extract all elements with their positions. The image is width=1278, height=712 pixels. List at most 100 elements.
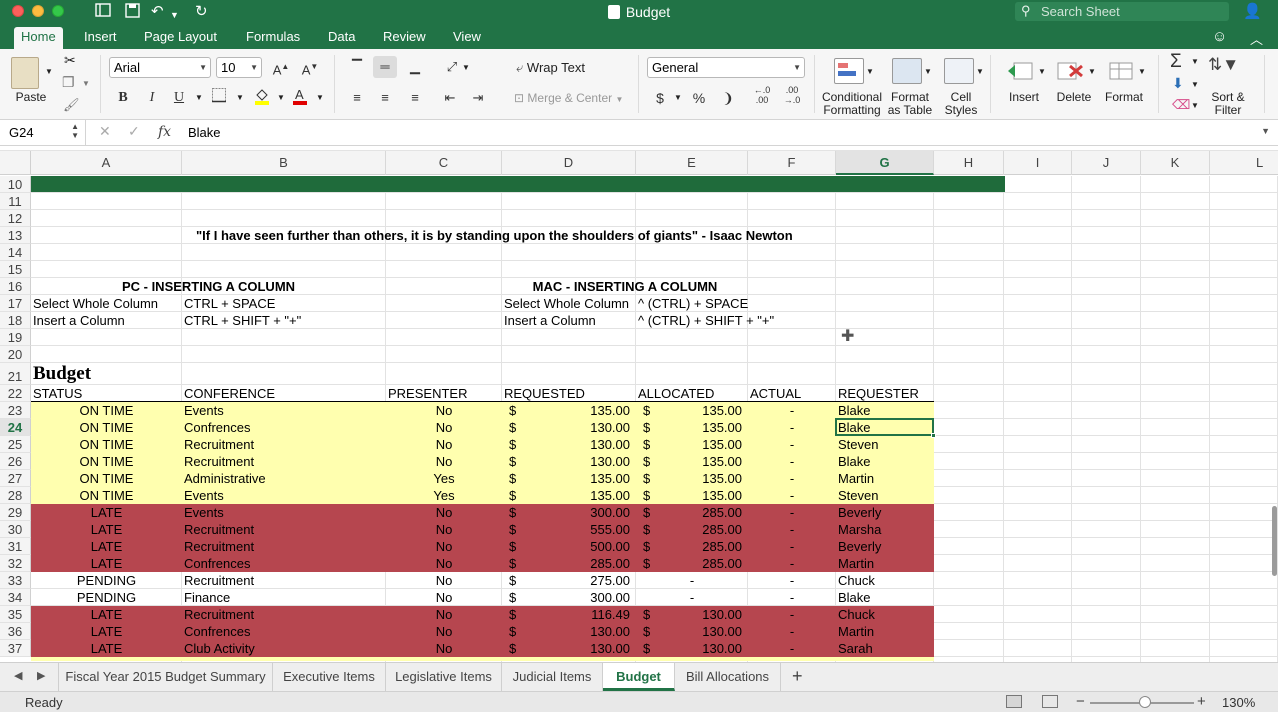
requester-cell[interactable]: Martin: [836, 555, 934, 572]
column-header-f[interactable]: F: [748, 151, 836, 175]
conditional-formatting-dropdown-icon[interactable]: ▼: [866, 67, 874, 76]
conference-cell[interactable]: Recruitment: [182, 538, 386, 555]
status-cell[interactable]: PENDING: [31, 589, 182, 606]
requested-cell[interactable]: 130.00: [502, 640, 636, 657]
tab-home[interactable]: Home: [14, 27, 63, 49]
sheet-tab-budget[interactable]: Budget: [603, 663, 675, 691]
requester-cell[interactable]: Beverly: [836, 504, 934, 521]
sheet-tab-legislative-items[interactable]: Legislative Items: [386, 663, 502, 691]
font-color-dropdown-icon[interactable]: ▼: [316, 93, 324, 102]
row-header-11[interactable]: 11: [0, 193, 31, 210]
collapse-ribbon-icon[interactable]: ︿: [1250, 29, 1263, 48]
paste-dropdown-icon[interactable]: ▼: [45, 67, 53, 76]
fill-dropdown-icon[interactable]: ▼: [1191, 80, 1199, 89]
paste-button[interactable]: Paste: [12, 91, 50, 104]
delete-cells-icon[interactable]: [1056, 60, 1084, 82]
row-header-35[interactable]: 35: [0, 606, 31, 623]
sheet-tab-fiscal-year-2015-budget-summary[interactable]: Fiscal Year 2015 Budget Summary: [59, 663, 273, 691]
row-header-12[interactable]: 12: [0, 210, 31, 227]
format-painter-icon[interactable]: 🖌: [63, 97, 80, 113]
feedback-smiley-icon[interactable]: ☺: [1212, 28, 1227, 45]
mac-select-column-action[interactable]: Select Whole Column: [502, 295, 636, 312]
cell-styles-dropdown-icon[interactable]: ▼: [976, 67, 984, 76]
presenter-cell[interactable]: No: [386, 419, 502, 436]
presenter-cell[interactable]: No: [386, 623, 502, 640]
budget-header-status[interactable]: STATUS: [31, 385, 182, 402]
requested-cell[interactable]: 135.00: [502, 487, 636, 504]
column-header-d[interactable]: D: [502, 151, 636, 175]
currency-format-button[interactable]: $: [648, 87, 672, 109]
column-header-k[interactable]: K: [1141, 151, 1210, 175]
fill-icon[interactable]: ⬇: [1172, 75, 1184, 92]
actual-cell[interactable]: -: [748, 470, 836, 487]
presenter-cell[interactable]: No: [386, 521, 502, 538]
status-cell[interactable]: ON TIME: [31, 487, 182, 504]
zoom-out-icon[interactable]: −: [1076, 693, 1085, 710]
decrease-decimal-button[interactable]: .00 →.0: [780, 85, 804, 107]
bold-button[interactable]: B: [111, 87, 135, 109]
mac-insert-column-action[interactable]: Insert a Column: [502, 312, 636, 329]
requested-cell[interactable]: 275.00: [502, 572, 636, 589]
row-header-16[interactable]: 16: [0, 278, 31, 295]
status-cell[interactable]: ON TIME: [31, 436, 182, 453]
actual-cell[interactable]: -: [748, 504, 836, 521]
status-cell[interactable]: LATE: [31, 606, 182, 623]
scrollbar-thumb[interactable]: [1272, 506, 1277, 576]
actual-cell[interactable]: -: [748, 487, 836, 504]
row-header-25[interactable]: 25: [0, 436, 31, 453]
clear-eraser-icon[interactable]: ⌫: [1172, 97, 1190, 113]
requested-cell[interactable]: 135.00: [502, 470, 636, 487]
requested-cell[interactable]: 130.00: [502, 453, 636, 470]
conference-cell[interactable]: Recruitment: [182, 606, 386, 623]
add-sheet-icon[interactable]: +: [792, 666, 803, 687]
status-cell[interactable]: LATE: [31, 521, 182, 538]
allocated-cell[interactable]: -: [636, 589, 748, 606]
actual-cell[interactable]: -: [748, 419, 836, 436]
column-header-i[interactable]: I: [1004, 151, 1072, 175]
budget-header-allocated[interactable]: ALLOCATED: [636, 385, 748, 402]
underline-button[interactable]: U: [167, 87, 191, 109]
align-center-button[interactable]: ≡: [373, 87, 397, 109]
format-as-table-button[interactable]: Format as Table: [884, 91, 936, 117]
fill-color-button[interactable]: [250, 87, 274, 109]
insert-cells-icon[interactable]: [1006, 60, 1034, 82]
status-cell[interactable]: ON TIME: [31, 419, 182, 436]
column-header-b[interactable]: B: [182, 151, 386, 175]
budget-header-requested[interactable]: REQUESTED: [502, 385, 636, 402]
requester-cell[interactable]: Steven: [836, 487, 934, 504]
insert-function-button[interactable]: fx: [158, 123, 171, 140]
cut-icon[interactable]: ✂: [64, 52, 76, 69]
orientation-button[interactable]: ⤢: [440, 56, 464, 78]
requester-cell[interactable]: Chuck: [836, 572, 934, 589]
conference-cell[interactable]: Recruitment: [182, 436, 386, 453]
allocated-cell[interactable]: 135.00: [636, 487, 748, 504]
row-header-20[interactable]: 20: [0, 346, 31, 363]
row-header-22[interactable]: 22: [0, 385, 31, 402]
orientation-dropdown-icon[interactable]: ▼: [462, 63, 470, 72]
mac-insert-column-keys[interactable]: ^ (CTRL) + SHIFT + "+": [636, 312, 836, 329]
page-layout-view-icon[interactable]: [1042, 695, 1058, 708]
actual-cell[interactable]: -: [748, 640, 836, 657]
wrap-text-button[interactable]: ⤶ Wrap Text: [516, 60, 585, 76]
copy-icon[interactable]: ❐: [62, 74, 75, 91]
column-header-g[interactable]: G: [836, 151, 934, 175]
fill-color-dropdown-icon[interactable]: ▼: [277, 93, 285, 102]
font-size-select[interactable]: 10 ▼: [216, 57, 262, 78]
actual-cell[interactable]: -: [748, 572, 836, 589]
align-middle-button[interactable]: ═: [373, 56, 397, 78]
mac-select-column-keys[interactable]: ^ (CTRL) + SPACE: [636, 295, 836, 312]
budget-header-presenter[interactable]: PRESENTER: [386, 385, 502, 402]
tab-view[interactable]: View: [446, 27, 488, 49]
font-name-select[interactable]: Arial ▼: [109, 57, 211, 78]
actual-cell[interactable]: -: [748, 436, 836, 453]
conference-cell[interactable]: Club Activity: [182, 640, 386, 657]
status-cell[interactable]: LATE: [31, 640, 182, 657]
select-all-corner[interactable]: [0, 151, 31, 175]
font-color-button[interactable]: A: [288, 87, 312, 109]
row-header-26[interactable]: 26: [0, 453, 31, 470]
row-header-14[interactable]: 14: [0, 244, 31, 261]
row-header-10[interactable]: 10: [0, 176, 31, 193]
mac-section-title[interactable]: MAC - INSERTING A COLUMN: [502, 278, 748, 295]
insert-dropdown-icon[interactable]: ▼: [1038, 67, 1046, 76]
allocated-cell[interactable]: -: [636, 572, 748, 589]
